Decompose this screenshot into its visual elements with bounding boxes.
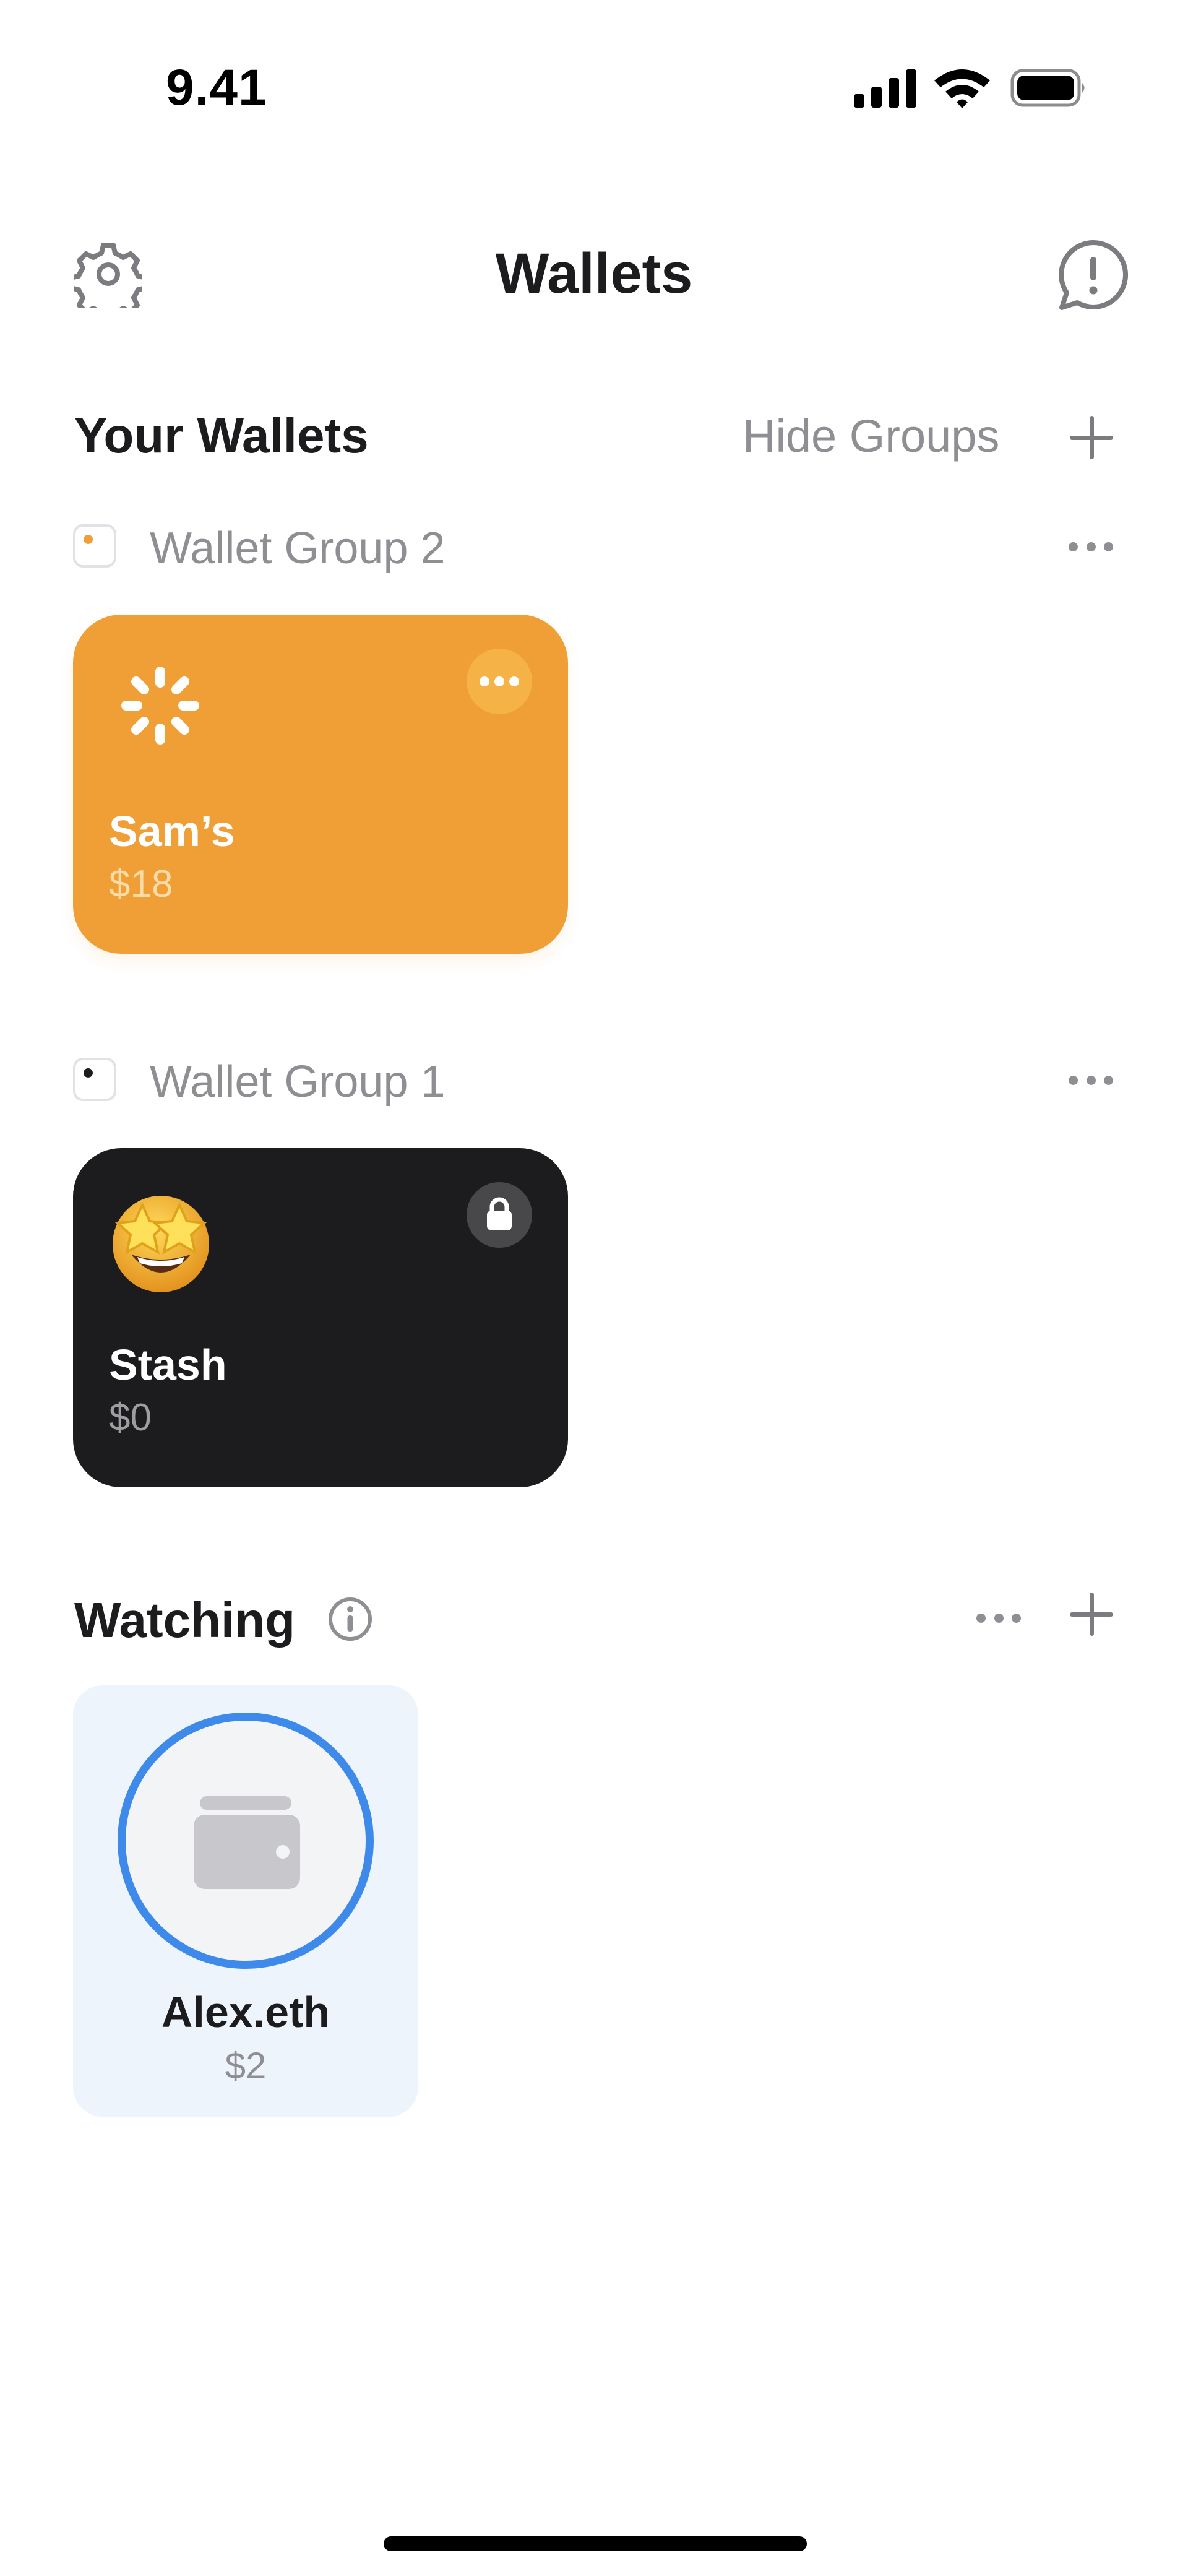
feedback-icon[interactable] <box>1057 238 1130 311</box>
wallet-group-2-more-button[interactable] <box>1069 540 1113 553</box>
page-title: Wallets <box>495 242 693 305</box>
watching-title: Watching <box>74 1593 295 1648</box>
wallet-group-1-label: Wallet Group 1 <box>150 1057 446 1107</box>
watch-wallet-card[interactable]: Alex.eth $2 <box>73 1685 418 2117</box>
watching-more-button[interactable] <box>976 1612 1021 1624</box>
loading-spinner-icon <box>121 667 199 745</box>
your-wallets-title: Your Wallets <box>74 408 369 463</box>
battery-icon <box>1010 69 1085 107</box>
more-icon <box>480 676 519 686</box>
wallet-group-2-checkbox[interactable] <box>73 524 116 568</box>
group-color-dot <box>84 1068 93 1078</box>
wallet-more-button[interactable] <box>467 649 532 714</box>
wallet-name: Sam’s <box>109 807 235 855</box>
watch-wallet-name: Alex.eth <box>161 1988 330 2036</box>
cellular-signal-icon <box>854 69 916 108</box>
status-icons <box>854 69 1085 108</box>
wallet-card-sams[interactable]: Sam’s $18 <box>73 615 568 954</box>
home-indicator[interactable] <box>384 2536 807 2551</box>
add-watch-wallet-button[interactable] <box>1067 1590 1116 1638</box>
wallet-icon <box>194 1796 300 1889</box>
wallet-card-stash[interactable]: Stash $0 <box>73 1148 568 1487</box>
hide-groups-button[interactable]: Hide Groups <box>742 410 999 462</box>
add-wallet-button[interactable] <box>1067 413 1116 462</box>
info-icon[interactable] <box>327 1596 374 1643</box>
status-time: 9.41 <box>166 59 267 116</box>
watch-wallet-balance: $2 <box>225 2045 267 2086</box>
wallet-balance: $0 <box>109 1396 152 1439</box>
wifi-icon <box>934 69 990 108</box>
wallet-name: Stash <box>109 1341 227 1389</box>
lock-icon <box>487 1197 512 1230</box>
wallet-balance: $18 <box>109 863 173 905</box>
group-color-dot <box>84 535 93 544</box>
wallet-group-2-label: Wallet Group 2 <box>150 524 446 573</box>
wallet-group-1-checkbox[interactable] <box>73 1058 116 1101</box>
star-struck-emoji <box>113 1196 209 1292</box>
wallet-lock-button[interactable] <box>467 1182 532 1248</box>
avatar <box>118 1713 374 1969</box>
wallet-group-1-more-button[interactable] <box>1069 1074 1113 1086</box>
